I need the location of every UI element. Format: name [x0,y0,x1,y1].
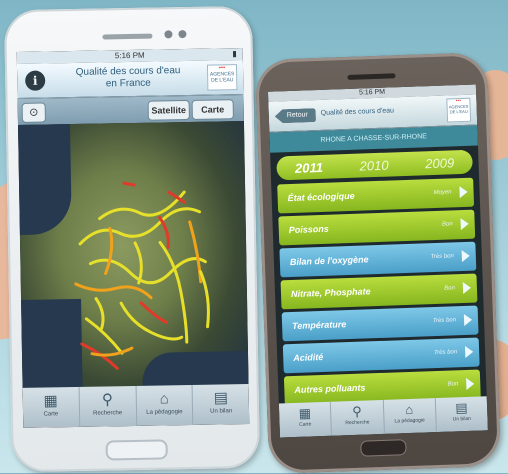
row-acidite[interactable]: Acidité Très bon [282,337,480,374]
agences-logo: ••• AGENCES DE L'EAU [206,64,238,91]
tab-bilan[interactable]: ▤ Un bilan [193,384,249,425]
info-icon[interactable]: i [25,70,46,91]
carte-button[interactable]: Carte [191,99,234,120]
mortarboard-icon: ⌂ [159,390,169,408]
row-label: Nitrate, Phosphate [290,286,371,300]
battery-icon: ▮ [232,49,237,59]
tab-label: La pédagogie [146,409,183,416]
front-camera [164,30,173,39]
search-icon: ⚲ [352,403,363,419]
white-phone: 5:16 PM ▮ i Qualité des cours d'eau en F… [3,5,261,473]
tab-label: La pédagogie [394,417,425,425]
locate-icon[interactable]: ⊙ [21,102,46,123]
tab-recherche[interactable]: ⚲ Recherche [331,399,385,436]
row-label: Température [291,319,347,332]
chevron-right-icon [462,281,472,295]
tab-label: Un bilan [210,408,233,415]
home-button[interactable] [105,439,168,461]
detail-title: Qualité des cours d'eau [320,107,395,117]
quality-list: État écologique Moyen Poissons Bon Bilan… [271,177,487,406]
row-value: Bon [447,381,459,388]
logo-text: AGENCES DE L'EAU [448,103,469,115]
row-value: Moyen [433,189,452,197]
france-map[interactable] [17,121,249,397]
tab-carte[interactable]: ▦ Carte [278,401,333,438]
row-label: Acidité [293,351,324,364]
row-value: Très bon [433,349,458,357]
year-2009[interactable]: 2009 [425,155,454,171]
row-temperature[interactable]: Température Très bon [281,305,479,342]
tab-label: Un bilan [452,415,472,423]
row-poissons[interactable]: Poissons Bon [278,209,476,246]
row-label: Autres polluants [294,382,366,395]
tab-label: Carte [43,411,59,418]
mortarboard-icon: ⌂ [405,401,414,418]
agences-logo: ••• AGENCES DE L'EAU [446,97,472,123]
dark-phone: 5:16 PM Retour Qualité des cours d'eau •… [254,52,502,474]
back-button[interactable]: Retour [275,108,316,123]
bottom-tab-bar: ▦ Carte ⚲ Recherche ⌂ La pédagogie ▤ Un … [22,383,250,428]
row-label: État écologique [287,190,355,204]
satellite-button[interactable]: Satellite [147,99,190,121]
row-bilan-oxygene[interactable]: Bilan de l'oxygène Très bon [279,241,477,278]
chevron-right-icon [461,249,471,263]
tab-bilan[interactable]: ▤ Un bilan [435,396,487,432]
row-etat-ecologique[interactable]: État écologique Moyen [277,177,475,214]
chevron-right-icon [463,313,473,327]
proximity-sensor [178,30,187,39]
app-header: i Qualité des cours d'eau en France ••• … [16,60,244,99]
search-icon: ⚲ [101,391,114,409]
row-value: Bon [444,285,456,292]
app-title: Qualité des cours d'eau en France [53,65,203,92]
chevron-right-icon [460,217,469,231]
row-nitrate-phosphate[interactable]: Nitrate, Phosphate Bon [280,273,478,310]
info-card-icon: ▤ [213,389,229,407]
chevron-right-icon [464,345,474,359]
row-value: Très bon [430,253,454,261]
logo-text: AGENCES DE L'EAU [209,71,235,84]
tab-pedagogie[interactable]: ⌂ La pédagogie [136,384,194,426]
tab-label: Recherche [93,410,123,417]
left-screen: 5:16 PM ▮ i Qualité des cours d'eau en F… [16,48,250,428]
row-value: Très bon [432,317,457,325]
year-selector: 2011 2010 2009 [276,149,473,181]
earpiece-speaker [347,73,396,80]
map-icon: ▦ [298,405,312,421]
info-card-icon: ▤ [455,399,468,416]
year-2011[interactable]: 2011 [295,159,323,175]
tab-label: Carte [298,421,312,428]
river-network [74,181,210,370]
home-button[interactable] [360,439,407,457]
tab-pedagogie[interactable]: ⌂ La pédagogie [383,398,437,434]
chevron-right-icon [466,377,475,390]
year-2010[interactable]: 2010 [359,157,388,173]
tab-recherche[interactable]: ⚲ Recherche [79,385,137,427]
tab-carte[interactable]: ▦ Carte [22,386,81,428]
row-label: Bilan de l'oxygène [289,254,369,268]
status-time: 5:16 PM [114,50,145,61]
earpiece-speaker [102,33,153,40]
right-screen: 5:16 PM Retour Qualité des cours d'eau •… [267,84,488,438]
row-label: Poissons [288,223,329,236]
tab-label: Recherche [345,419,370,427]
map-icon: ▦ [43,392,58,410]
row-value: Bon [441,221,453,228]
chevron-right-icon [459,185,468,199]
map-toolbar: ⊙ Satellite Carte [17,95,244,125]
bottom-tab-bar: ▦ Carte ⚲ Recherche ⌂ La pédagogie ▤ Un … [278,396,488,438]
